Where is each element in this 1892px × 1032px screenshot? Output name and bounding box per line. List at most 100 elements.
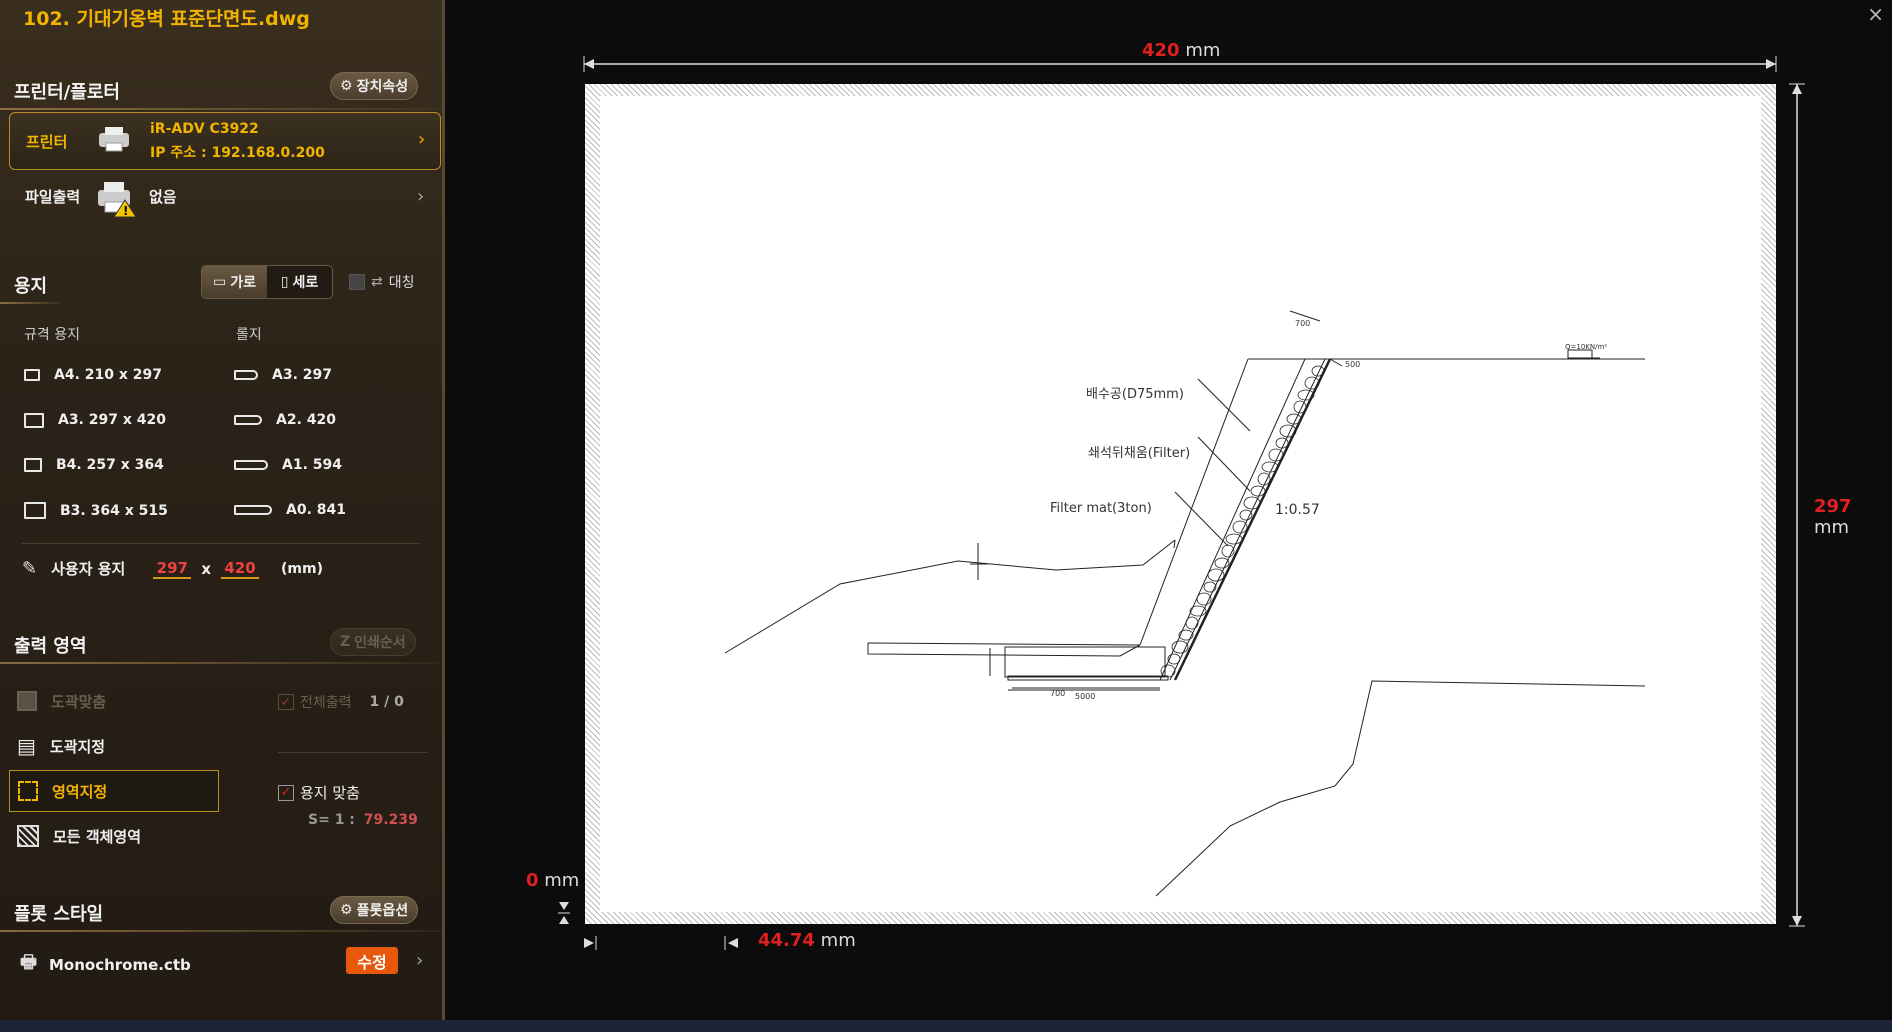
file-output-value: 없음 [149, 188, 177, 206]
offset-y-arrow-icon [558, 902, 570, 924]
printer-ip: IP 주소 : 192.168.0.200 [150, 145, 325, 161]
scale-readout: S= 1 : 79.239 [308, 812, 418, 828]
gear-icon: ⚙ [340, 902, 353, 918]
standard-paper-header: 규격 용지 [24, 327, 80, 343]
portrait-button[interactable]: ▯ 세로 [267, 266, 332, 298]
height-value: 297 [1814, 496, 1852, 517]
drain-label: 배수공(D75mm) [1086, 387, 1184, 402]
mirror-toggle[interactable]: ⇄ 대칭 [349, 272, 415, 292]
paper-a4[interactable]: A4. 210 x 297 [24, 367, 162, 383]
offset-x-value: 44.74 [758, 930, 815, 951]
rock-fill-mark [1178, 629, 1194, 641]
fit-paper-option[interactable]: ✓ 용지 맞춤 [278, 782, 360, 803]
plot-settings-panel: 102. 기대기옹벽 표준단면도.dwg 프린터/플로터 ⚙ 장치속성 프린터 … [0, 0, 445, 1020]
divider [22, 543, 420, 544]
roll-a0[interactable]: A0. 841 [234, 502, 346, 518]
svg-text:!: ! [123, 204, 128, 218]
roll-paper-header: 롤지 [236, 327, 262, 343]
slope-label: 1:0.57 [1275, 502, 1320, 518]
rock-fill-mark [1185, 616, 1199, 630]
dim-5000: 5000 [1075, 692, 1095, 701]
rock-fill-mark [1207, 568, 1225, 582]
backfill-label: 쇄석뒤채움(Filter) [1088, 446, 1190, 461]
printer-icon [96, 125, 132, 153]
rock-fill-mark [1304, 376, 1320, 390]
dim-500: 500 [1345, 360, 1360, 369]
paper-preview-sheet: 배수공(D75mm) 쇄석뒤채움(Filter) Filter mat(3ton… [585, 84, 1776, 924]
close-icon[interactable]: × [1867, 2, 1884, 26]
custom-height-input[interactable]: 420 [221, 559, 260, 579]
rock-fill-mark [1203, 581, 1217, 593]
filter-mat-label: Filter mat(3ton) [1050, 501, 1152, 516]
height-dimension-line [1789, 83, 1805, 927]
chevron-right-icon: › [418, 129, 426, 150]
offset-y-dimension: 0 mm [526, 870, 580, 891]
rock-fill-mark [1243, 496, 1261, 510]
print-order-button[interactable]: Z 인쇄순서 [330, 628, 416, 656]
paper-icon [24, 369, 40, 381]
fit-paper-checkbox[interactable]: ✓ [278, 784, 294, 801]
file-output-label: 파일출력 [25, 188, 81, 206]
ctb-selector[interactable]: 🖶 Monochrome.ctb [20, 950, 191, 980]
custom-paper-icon: ✎ [22, 558, 38, 579]
rock-fill-mark [1232, 520, 1248, 534]
plot-options-button[interactable]: ⚙ 플롯옵션 [330, 896, 419, 924]
chevron-right-icon: › [417, 186, 425, 207]
print-all-checkbox[interactable]: ✓ [278, 694, 294, 710]
portrait-icon: ▯ [280, 274, 289, 290]
paper-b4[interactable]: B4. 257 x 364 [24, 457, 164, 473]
paper-icon [24, 458, 42, 472]
mirror-checkbox[interactable] [349, 274, 365, 290]
output-area-section-title: 출력 영역 [14, 636, 87, 657]
rock-fill-mark [1275, 437, 1289, 449]
area-select-frame[interactable]: ▤ 도곽지정 [9, 725, 219, 767]
file-output-selector[interactable]: 파일출력 ! 없음 › [9, 172, 441, 228]
roll-paper-icon [234, 415, 262, 425]
divider [278, 752, 428, 753]
printer-selector[interactable]: 프린터 iR-ADV C3922 IP 주소 : 192.168.0.200 › [9, 112, 441, 170]
rock-fill-mark [1160, 664, 1176, 678]
custom-width-input[interactable]: 297 [153, 559, 192, 579]
rock-fill-mark [1257, 472, 1271, 486]
offset-x-arrow-icon [584, 936, 597, 950]
edit-style-button[interactable]: 수정 [346, 947, 398, 974]
area-select-region[interactable]: 영역지정 [9, 770, 219, 812]
paper-b3[interactable]: B3. 364 x 515 [24, 502, 168, 519]
cad-drawing: 배수공(D75mm) 쇄석뒤채움(Filter) Filter mat(3ton… [724, 310, 1646, 897]
landscape-button[interactable]: ▭ 가로 [202, 266, 267, 298]
landscape-icon: ▭ [213, 274, 227, 290]
area-fit-frame[interactable]: 도곽맞춤 [9, 680, 219, 722]
gear-icon: ⚙ [340, 78, 353, 94]
frame-select-icon: ▤ [17, 734, 36, 758]
plot-style-section-title: 플롯 스타일 [14, 904, 104, 925]
region-select-icon [18, 781, 38, 801]
plot-style-icon: 🖶 [20, 952, 37, 973]
offset-y-value: 0 [526, 870, 539, 891]
print-all-count: 1 / 0 [369, 694, 404, 710]
document-title: 102. 기대기옹벽 표준단면도.dwg [23, 8, 310, 30]
height-dimension: 297 mm [1814, 496, 1852, 538]
roll-a1[interactable]: A1. 594 [234, 457, 342, 473]
dim-700-side: 700 [1050, 689, 1065, 698]
frame-fit-icon [17, 691, 37, 711]
paper-icon [24, 412, 44, 428]
roll-a2[interactable]: A2. 420 [234, 412, 336, 428]
print-all-option[interactable]: ✓ 전체출력 1 / 0 [278, 692, 404, 712]
printable-area: 배수공(D75mm) 쇄석뒤채움(Filter) Filter mat(3ton… [600, 96, 1761, 912]
roll-a3[interactable]: A3. 297 [234, 367, 332, 383]
paper-icon [24, 502, 46, 519]
printer-warning-icon: ! [95, 178, 137, 218]
mirror-icon: ⇄ [371, 274, 383, 290]
device-properties-button[interactable]: ⚙ 장치속성 [330, 72, 419, 100]
paper-section-title: 용지 [14, 276, 48, 297]
paper-a3[interactable]: A3. 297 x 420 [24, 412, 166, 428]
orientation-toggle: ▭ 가로 ▯ 세로 [201, 265, 333, 299]
taskbar [0, 1020, 1892, 1032]
printer-name: iR-ADV C3922 [150, 121, 259, 137]
rock-fill-mark [1250, 485, 1266, 497]
rock-fill-mark [1261, 461, 1279, 473]
chevron-right-icon: › [416, 950, 424, 971]
roll-paper-icon [234, 460, 268, 470]
area-all-objects[interactable]: 모든 객체영역 [9, 815, 219, 857]
rock-fill-mark [1225, 533, 1243, 545]
